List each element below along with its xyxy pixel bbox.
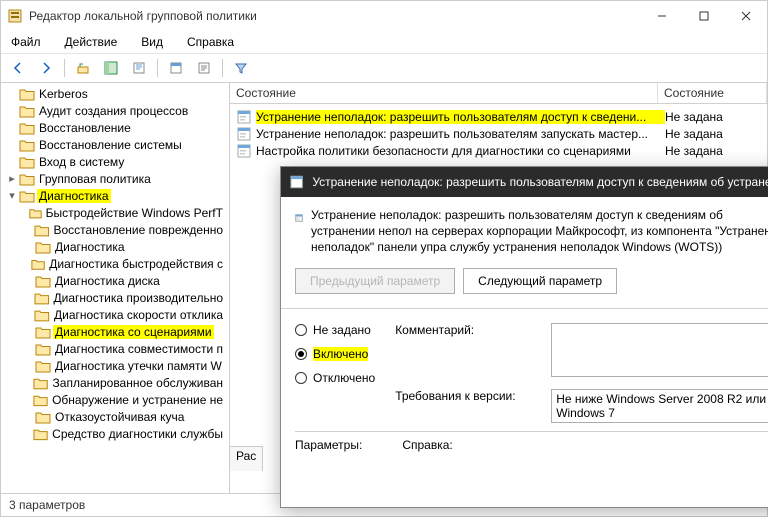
parameters-label: Параметры: [295, 438, 362, 452]
list-row-name: Настройка политики безопасности для диаг… [256, 144, 665, 158]
minimize-button[interactable] [641, 1, 683, 31]
list-row-state: Не задана [665, 127, 761, 141]
col-header-state[interactable]: Состояние [658, 83, 767, 103]
up-button[interactable] [70, 56, 96, 80]
menu-view[interactable]: Вид [137, 35, 167, 49]
tree-item[interactable]: Вход в систему [1, 153, 229, 170]
menu-action[interactable]: Действие [61, 35, 122, 49]
requirements-field: Не ниже Windows Server 2008 R2 или Windo… [551, 389, 768, 423]
tree-item-label: Вход в систему [37, 155, 126, 169]
list-header: Состояние Состояние [230, 83, 767, 104]
list-row[interactable]: Настройка политики безопасности для диаг… [230, 142, 767, 159]
list-row-name: Устранение неполадок: разрешить пользова… [256, 110, 665, 124]
tree-item[interactable]: ▸ Групповая политика [1, 170, 229, 187]
tree-item[interactable]: Диагностика скорости отклика [1, 306, 229, 323]
tree-item[interactable]: Отказоустойчивая куча [1, 408, 229, 425]
export-button[interactable] [126, 56, 152, 80]
tree-item-label: Диагностика утечки памяти W [53, 359, 224, 373]
tree-item[interactable]: Восстановление [1, 119, 229, 136]
titlebar: Редактор локальной групповой политики [1, 1, 767, 31]
tree-twisty[interactable]: ▾ [5, 189, 19, 202]
comment-label: Комментарий: [395, 323, 543, 337]
tree-item-label: Восстановление [37, 121, 133, 135]
toolbar [1, 54, 767, 83]
menu-help[interactable]: Справка [183, 35, 238, 49]
tree-item-label: Диагностика производительно [52, 291, 226, 305]
tree-item-label: Диагностика [53, 240, 127, 254]
tree-item[interactable]: Диагностика со сценариями [1, 323, 229, 340]
show-tree-button[interactable] [98, 56, 124, 80]
tree-item[interactable]: Kerberos [1, 85, 229, 102]
tree-item[interactable]: Диагностика диска [1, 272, 229, 289]
list-row[interactable]: Устранение неполадок: разрешить пользова… [230, 108, 767, 125]
tree-item[interactable]: Диагностика производительно [1, 289, 229, 306]
tree-item[interactable]: Восстановление системы [1, 136, 229, 153]
tree-item-label: Восстановление системы [37, 138, 184, 152]
tree-item-label: Диагностика скорости отклика [52, 308, 225, 322]
tree-item[interactable]: Диагностика быстродействия с [1, 255, 229, 272]
radio-enabled-label: Включено [313, 347, 368, 361]
tree-item-label: Диагностика быстродействия с [47, 257, 225, 271]
radio-disabled[interactable]: Отключено [295, 371, 375, 385]
tree-item[interactable]: Средство диагностики службы [1, 425, 229, 442]
tree-item-label: Средство диагностики службы [50, 427, 225, 441]
tree-item-label: Отказоустойчивая куча [53, 410, 186, 424]
tree-item-label: Диагностика диска [53, 274, 162, 288]
list-row[interactable]: Устранение неполадок: разрешить пользова… [230, 125, 767, 142]
next-setting-button[interactable]: Следующий параметр [463, 268, 617, 294]
prev-setting-button: Предыдущий параметр [295, 268, 455, 294]
requirements-label: Требования к версии: [395, 389, 543, 403]
list-row-state: Не задана [665, 144, 761, 158]
menu-file[interactable]: Файл [7, 35, 45, 49]
menubar: Файл Действие Вид Справка [1, 31, 767, 54]
filter-button[interactable] [228, 56, 254, 80]
policy-icon [289, 174, 304, 190]
tree-item[interactable]: Восстановление поврежденно [1, 221, 229, 238]
tree-item[interactable]: Обнаружение и устранение не [1, 391, 229, 408]
radio-disabled-label: Отключено [313, 371, 375, 385]
tree-item-label: Аудит создания процессов [37, 104, 190, 118]
radio-enabled[interactable]: Включено [295, 347, 375, 361]
radio-not-configured-label: Не задано [313, 323, 371, 337]
dialog-title: Устранение неполадок: разрешить пользова… [312, 175, 768, 189]
tree-item[interactable]: Быстродействие Windows PerfT [1, 204, 229, 221]
help-button[interactable] [191, 56, 217, 80]
tree-item-label: Диагностика совместимости п [53, 342, 225, 356]
close-button[interactable] [725, 1, 767, 31]
tree-item-label: Быстродействие Windows PerfT [44, 206, 225, 220]
forward-button[interactable] [33, 56, 59, 80]
help-label: Справка: [402, 438, 452, 452]
tree-item[interactable]: Диагностика совместимости п [1, 340, 229, 357]
tree-view[interactable]: Kerberos Аудит создания процессов Восстано… [1, 83, 229, 493]
dialog-description: Устранение неполадок: разрешить пользова… [311, 207, 768, 256]
tree-item[interactable]: Диагностика [1, 238, 229, 255]
tree-item-label: Запланированное обслуживан [51, 376, 225, 390]
radio-not-configured[interactable]: Не задано [295, 323, 375, 337]
tree-item-label: Диагностика со сценариями [53, 325, 214, 339]
list-row-state: Не задана [665, 110, 761, 124]
tab-extended[interactable]: Рас [229, 446, 263, 471]
policy-large-icon [295, 207, 303, 229]
tree-item[interactable]: ▾ Диагностика [1, 187, 229, 204]
policy-dialog: Устранение неполадок: разрешить пользова… [280, 166, 768, 508]
list-row-name: Устранение неполадок: разрешить пользова… [256, 127, 665, 141]
back-button[interactable] [5, 56, 31, 80]
app-icon [7, 8, 23, 24]
window-title: Редактор локальной групповой политики [29, 9, 257, 23]
properties-button[interactable] [163, 56, 189, 80]
tree-item[interactable]: Диагностика утечки памяти W [1, 357, 229, 374]
tree-item-label: Обнаружение и устранение не [50, 393, 225, 407]
tree-item-label: Групповая политика [37, 172, 153, 186]
comment-field[interactable] [551, 323, 768, 377]
tree-item-label: Kerberos [37, 87, 90, 101]
tree-item-label: Диагностика [37, 189, 111, 203]
settings-list[interactable]: Устранение неполадок: разрешить пользова… [230, 104, 767, 163]
tree-item-label: Восстановление поврежденно [51, 223, 225, 237]
tree-item[interactable]: Запланированное обслуживан [1, 374, 229, 391]
tree-item[interactable]: Аудит создания процессов [1, 102, 229, 119]
dialog-titlebar[interactable]: Устранение неполадок: разрешить пользова… [281, 167, 768, 197]
tree-twisty[interactable]: ▸ [5, 172, 19, 185]
col-header-name[interactable]: Состояние [230, 83, 658, 103]
maximize-button[interactable] [683, 1, 725, 31]
